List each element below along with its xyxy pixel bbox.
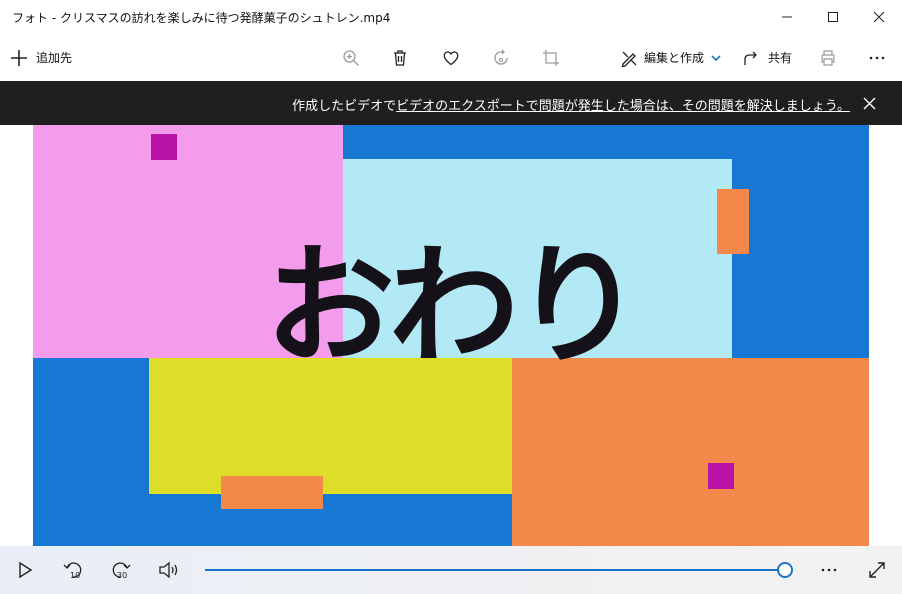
trash-icon — [394, 49, 406, 66]
notification-prefix: 作成したビデオで — [292, 99, 397, 114]
skip-forward-30-icon: 30 — [112, 562, 131, 580]
heart-icon — [443, 50, 459, 65]
window-title: フォト - クリスマスの訪れを楽しみに待つ発酵菓子のシュトレン.mp4 — [12, 11, 391, 25]
notification-bar: 作成したビデオでビデオのエクスポートで問題が発生した場合は、その問題を解決しまし… — [0, 81, 902, 125]
video-caption: おわり — [264, 230, 643, 382]
orange-block — [512, 358, 869, 546]
video-frame[interactable]: おわり — [33, 125, 869, 546]
notification-link[interactable]: ビデオのエクスポートで問題が発生した場合は、その問題を解決しましょう。 — [396, 99, 850, 114]
plus-icon — [11, 49, 27, 66]
print-button[interactable] — [814, 44, 842, 71]
title-bar: フォト - クリスマスの訪れを楽しみに待つ発酵菓子のシュトレン.mp4 — [0, 0, 902, 34]
close-window-button[interactable] — [856, 0, 902, 34]
fullscreen-icon — [869, 562, 885, 578]
more-icon — [869, 56, 885, 59]
share-icon — [744, 51, 757, 65]
rotate-button[interactable] — [487, 44, 515, 71]
chevron-down-icon — [711, 54, 721, 61]
zoom-button[interactable] — [337, 44, 365, 71]
close-icon — [863, 97, 875, 109]
edit-create-button[interactable]: 編集と作成 — [620, 44, 722, 71]
play-button[interactable] — [10, 556, 40, 584]
maximize-button[interactable] — [810, 0, 856, 34]
delete-button[interactable] — [386, 44, 414, 71]
skip-forward-30-button[interactable]: 30 — [106, 556, 136, 584]
seek-bar[interactable] — [205, 569, 785, 571]
svg-text:10: 10 — [70, 571, 80, 580]
player-controls: 10 30 — [0, 546, 902, 594]
minimize-button[interactable] — [764, 0, 810, 34]
crop-button[interactable] — [537, 44, 565, 71]
minimize-icon — [782, 16, 792, 18]
play-icon — [19, 561, 33, 579]
volume-button[interactable] — [154, 556, 184, 584]
command-bar: 追加先 編集と作成 共有 — [0, 34, 902, 81]
player-more-button[interactable] — [814, 556, 844, 584]
print-icon — [821, 49, 835, 66]
more-icon — [821, 568, 837, 572]
svg-text:30: 30 — [117, 571, 127, 580]
share-button[interactable]: 共有 — [742, 44, 792, 71]
magenta-square-bottom — [708, 463, 734, 489]
edit-create-icon — [621, 51, 637, 67]
small-orange-rect-bottom — [221, 476, 323, 509]
rotate-icon — [494, 49, 508, 65]
skip-back-10-button[interactable]: 10 — [58, 556, 88, 584]
favorite-button[interactable] — [437, 44, 465, 71]
dismiss-notification-button[interactable] — [856, 91, 882, 115]
edit-create-label: 編集と作成 — [644, 51, 705, 65]
seek-thumb[interactable] — [777, 562, 793, 578]
zoom-in-icon — [343, 49, 359, 66]
add-to-button[interactable]: 追加先 — [10, 44, 72, 71]
fullscreen-button[interactable] — [862, 556, 892, 584]
skip-back-10-icon: 10 — [63, 562, 82, 580]
volume-icon — [159, 561, 178, 579]
add-to-label: 追加先 — [36, 51, 73, 65]
crop-icon — [543, 49, 559, 66]
close-icon — [873, 11, 885, 23]
notification-message: 作成したビデオでビデオのエクスポートで問題が発生した場合は、その問題を解決しまし… — [292, 95, 850, 114]
more-options-button[interactable] — [863, 44, 891, 71]
magenta-square-top — [151, 134, 177, 160]
maximize-icon — [828, 12, 838, 22]
share-label: 共有 — [768, 51, 793, 65]
